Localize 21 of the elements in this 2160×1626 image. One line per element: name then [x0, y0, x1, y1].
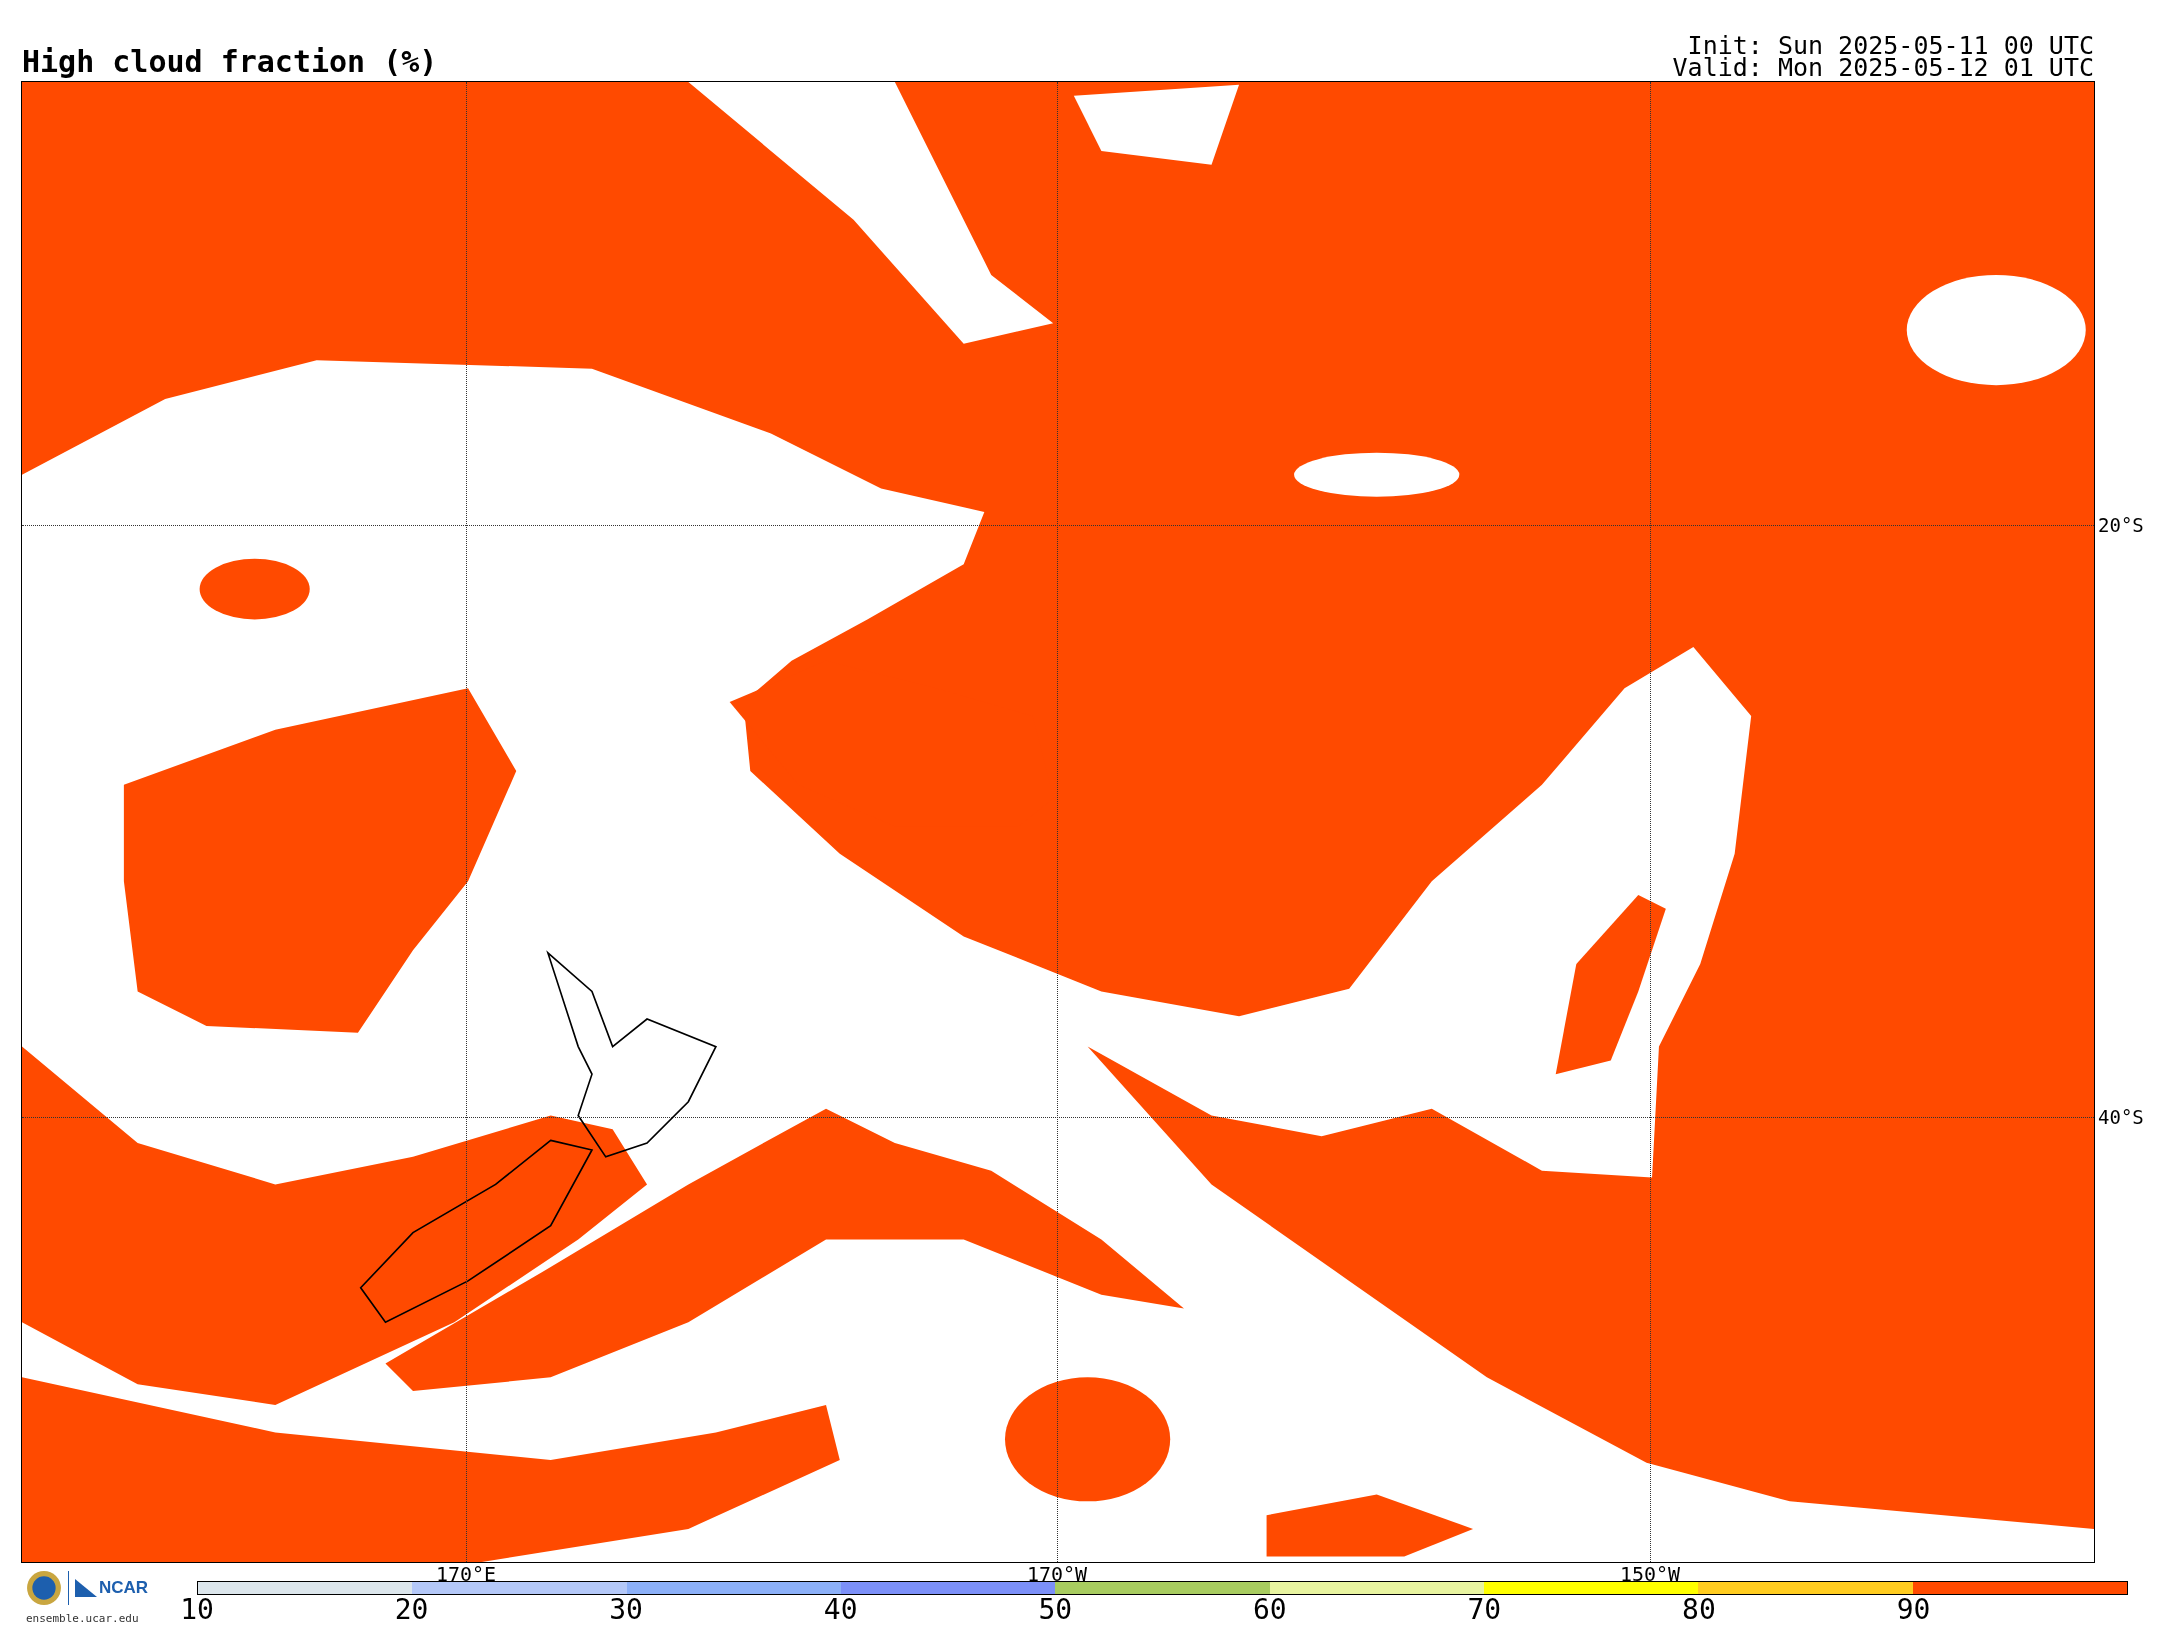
scale-label: 90 — [1896, 1595, 1931, 1625]
website-label: ensemble.ucar.edu — [26, 1612, 140, 1625]
longitude-label: 170°W — [1026, 1564, 1088, 1584]
longitude-label: 170°E — [435, 1564, 497, 1584]
org-name: NCAR — [99, 1578, 149, 1598]
scale-label: 30 — [609, 1595, 643, 1625]
valid-time: Valid: Mon 2025-05-12 01 UTC — [1672, 57, 2094, 79]
ncar-logo-icon — [75, 1579, 97, 1597]
scale-label: 80 — [1682, 1595, 1716, 1625]
latitude-label: 20°S — [2098, 514, 2144, 536]
seal-icon — [26, 1570, 62, 1606]
scale-label: 20 — [394, 1595, 429, 1625]
latitude-label: 40°S — [2098, 1106, 2144, 1128]
scale-label: 70 — [1467, 1595, 1502, 1625]
scale-label: 50 — [1038, 1595, 1073, 1625]
scale-label: 10 — [180, 1595, 214, 1625]
scale-label: 40 — [823, 1595, 858, 1625]
chart-title: High cloud fraction (%) — [22, 44, 438, 80]
init-time: Init: Sun 2025-05-11 00 UTC — [1687, 35, 2094, 57]
longitude-label: 150°W — [1619, 1564, 1681, 1584]
scale-label: 60 — [1252, 1595, 1287, 1625]
